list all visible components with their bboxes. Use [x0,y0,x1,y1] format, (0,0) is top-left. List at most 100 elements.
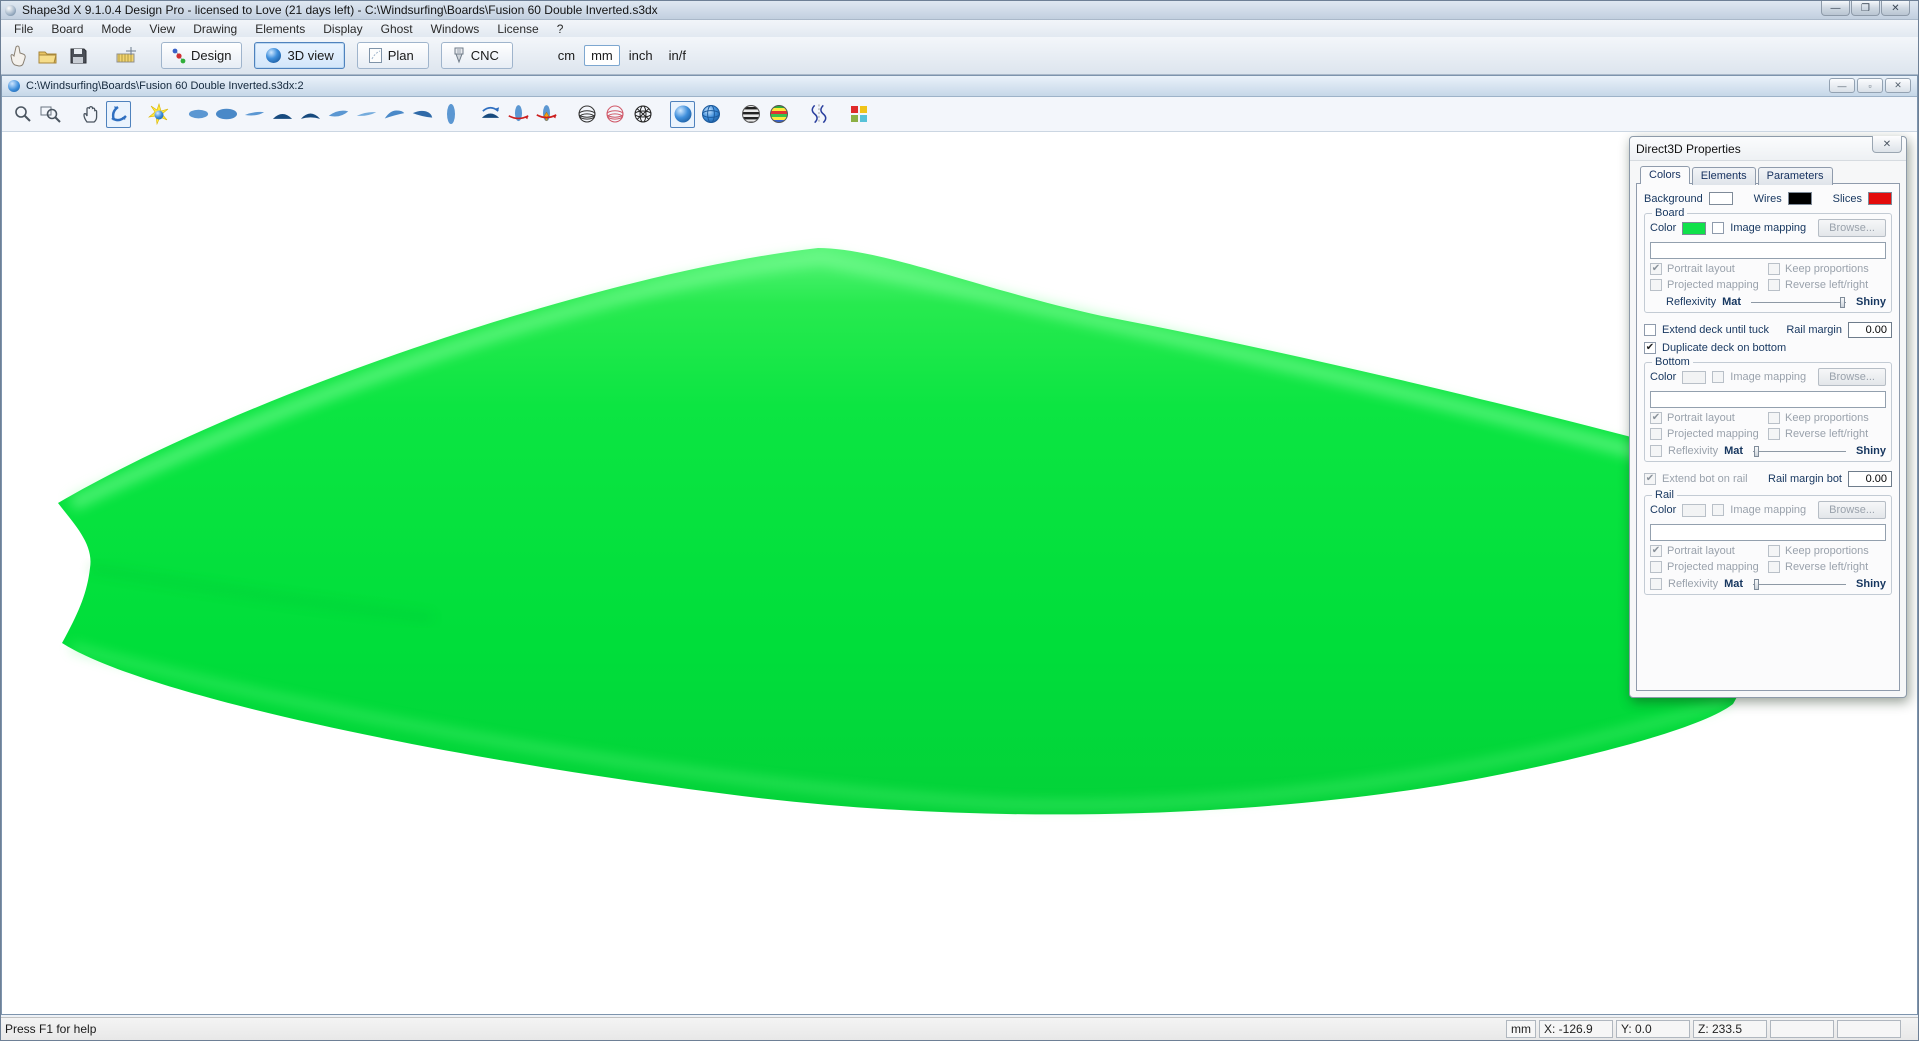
doc-minimize-button[interactable]: — [1829,78,1855,93]
menu-license[interactable]: License [488,20,547,37]
colors-grid-icon[interactable] [846,101,871,128]
board-reverse-checkbox[interactable] [1768,279,1780,291]
open-folder-icon[interactable] [35,42,61,70]
menu-file[interactable]: File [5,20,42,37]
board-keep-checkbox[interactable] [1768,263,1780,275]
panel-close-button[interactable]: ✕ [1872,136,1902,153]
view-3q-right-icon[interactable] [410,101,435,128]
tab-parameters[interactable]: Parameters [1758,167,1833,185]
menu-board[interactable]: Board [42,20,92,37]
bottom-reflexivity-slider[interactable] [1753,446,1846,457]
duplicate-deck-checkbox[interactable] [1644,342,1656,354]
title-bar[interactable]: Shape3d X 9.1.0.4 Design Pro - licensed … [1,1,1918,20]
rail-image-mapping-checkbox[interactable] [1712,504,1724,516]
background-color-swatch[interactable] [1709,192,1733,205]
menu-elements[interactable]: Elements [246,20,314,37]
wire-sphere-pink-icon[interactable] [602,101,627,128]
view-top-icon[interactable] [186,101,211,128]
rail-reverse-checkbox[interactable] [1768,561,1780,573]
save-icon[interactable] [65,42,91,70]
bottom-browse-button[interactable]: Browse... [1818,368,1886,386]
rail-margin-field[interactable] [1848,322,1892,338]
rail-keep-checkbox[interactable] [1768,545,1780,557]
menu-view[interactable]: View [140,20,184,37]
3d-viewport[interactable]: Direct3D Properties ✕ Colors Elements Pa… [2,132,1917,1014]
pointer-hand-icon[interactable] [5,42,31,70]
wires-color-swatch[interactable] [1788,192,1812,205]
3d-view-mode-button[interactable]: 3D view [254,42,344,69]
rotate-z-icon[interactable] [506,101,531,128]
view-nose-icon[interactable] [438,101,463,128]
doc-close-button[interactable]: ✕ [1885,78,1911,93]
mesh-sphere-icon[interactable] [630,101,655,128]
bottom-image-path-field[interactable] [1650,391,1886,408]
board-image-mapping-checkbox[interactable] [1712,222,1724,234]
extend-deck-checkbox[interactable] [1644,324,1656,336]
wire-sphere-icon[interactable] [574,101,599,128]
extend-bot-checkbox[interactable] [1644,473,1656,485]
pan-hand-icon[interactable] [78,101,103,128]
board-browse-button[interactable]: Browse... [1818,219,1886,237]
bottom-reflexivity-checkbox[interactable] [1650,445,1662,457]
rail-margin-bot-field[interactable] [1848,471,1892,487]
board-portrait-checkbox[interactable] [1650,263,1662,275]
minimize-button[interactable]: — [1821,1,1850,16]
menu-ghost[interactable]: Ghost [372,20,422,37]
menu-windows[interactable]: Windows [422,20,489,37]
view-3q-left-icon[interactable] [382,101,407,128]
board-image-path-field[interactable] [1650,242,1886,259]
slices-color-swatch[interactable] [1868,192,1892,205]
measurements-icon[interactable] [113,42,139,70]
solid-sphere-icon[interactable] [670,101,695,128]
cnc-mode-button[interactable]: CNC [441,42,513,69]
menu-display[interactable]: Display [314,20,371,37]
rotate-orbit-icon[interactable] [106,101,131,128]
view-front-icon[interactable] [270,101,295,128]
rail-reflexivity-checkbox[interactable] [1650,578,1662,590]
doc-restore-button[interactable]: ▫ [1857,78,1883,93]
texture-sphere-icon[interactable] [698,101,723,128]
unit-inf[interactable]: in/f [662,45,693,66]
view-rocker-icon[interactable] [242,101,267,128]
plan-mode-button[interactable]: Plan [357,42,429,69]
menu-drawing[interactable]: Drawing [184,20,246,37]
unit-inch[interactable]: inch [622,45,660,66]
panel-title-bar[interactable]: Direct3D Properties ✕ [1630,137,1906,161]
board-color-swatch[interactable] [1682,222,1706,235]
unit-mm[interactable]: mm [584,45,620,66]
rail-image-path-field[interactable] [1650,524,1886,541]
flip-board-icon[interactable] [478,101,503,128]
board-reflexivity-slider[interactable] [1751,297,1846,308]
stripes-sphere-icon[interactable] [738,101,763,128]
bottom-projected-checkbox[interactable] [1650,428,1662,440]
design-mode-button[interactable]: Design [161,42,242,69]
unit-cm[interactable]: cm [551,45,582,66]
zoom-window-icon[interactable] [38,101,63,128]
rail-portrait-checkbox[interactable] [1650,545,1662,557]
board-projected-checkbox[interactable] [1650,279,1662,291]
rail-projected-checkbox[interactable] [1650,561,1662,573]
bottom-keep-checkbox[interactable] [1768,412,1780,424]
document-title-bar[interactable]: C:\Windsurfing\Boards\Fusion 60 Double I… [2,76,1917,97]
status-resize-grip[interactable] [1904,1020,1914,1038]
zoom-icon[interactable] [10,101,35,128]
view-3q-thin-icon[interactable] [354,101,379,128]
rail-color-swatch[interactable] [1682,504,1706,517]
menu-help[interactable]: ? [548,20,573,37]
rail-browse-button[interactable]: Browse... [1818,501,1886,519]
view-deck-icon[interactable] [214,101,239,128]
restore-button[interactable]: ❐ [1851,1,1880,16]
tab-colors[interactable]: Colors [1640,166,1690,184]
rainbow-sphere-icon[interactable] [766,101,791,128]
slices-curves-icon[interactable] [806,101,831,128]
bottom-color-swatch[interactable] [1682,371,1706,384]
slider-thumb[interactable] [1754,579,1759,590]
tab-elements[interactable]: Elements [1692,167,1756,185]
view-back-icon[interactable] [298,101,323,128]
bottom-image-mapping-checkbox[interactable] [1712,371,1724,383]
close-button[interactable]: ✕ [1881,1,1910,16]
rail-reflexivity-slider[interactable] [1753,579,1846,590]
light-icon[interactable] [146,101,171,128]
slider-thumb[interactable] [1754,446,1759,457]
menu-mode[interactable]: Mode [92,20,140,37]
